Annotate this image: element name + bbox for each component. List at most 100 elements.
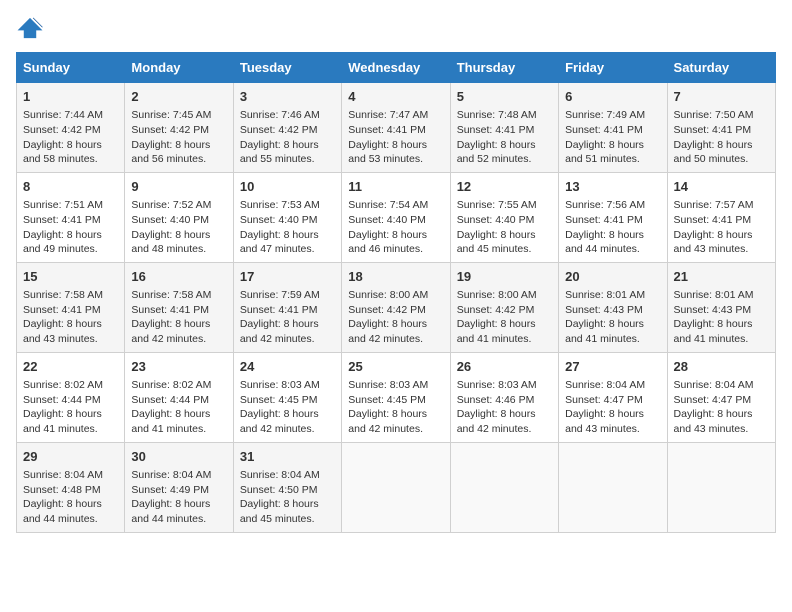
day-info: Sunrise: 7:47 AMSunset: 4:41 PMDaylight:…	[348, 108, 443, 167]
day-number: 8	[23, 178, 118, 196]
day-info: Sunrise: 7:46 AMSunset: 4:42 PMDaylight:…	[240, 108, 335, 167]
day-info: Sunrise: 7:54 AMSunset: 4:40 PMDaylight:…	[348, 198, 443, 257]
day-number: 13	[565, 178, 660, 196]
calendar-cell: 17 Sunrise: 7:59 AMSunset: 4:41 PMDayligh…	[233, 262, 341, 352]
day-info: Sunrise: 7:57 AMSunset: 4:41 PMDaylight:…	[674, 198, 769, 257]
day-header-friday: Friday	[559, 53, 667, 83]
day-header-wednesday: Wednesday	[342, 53, 450, 83]
calendar-cell: 20 Sunrise: 8:01 AMSunset: 4:43 PMDayligh…	[559, 262, 667, 352]
day-header-monday: Monday	[125, 53, 233, 83]
day-number: 2	[131, 88, 226, 106]
day-number: 22	[23, 358, 118, 376]
day-info: Sunrise: 8:02 AMSunset: 4:44 PMDaylight:…	[23, 378, 118, 437]
calendar-cell: 25 Sunrise: 8:03 AMSunset: 4:45 PMDayligh…	[342, 352, 450, 442]
day-number: 4	[348, 88, 443, 106]
calendar-week-row: 8 Sunrise: 7:51 AMSunset: 4:41 PMDaylight…	[17, 172, 776, 262]
calendar-cell: 14 Sunrise: 7:57 AMSunset: 4:41 PMDayligh…	[667, 172, 775, 262]
day-info: Sunrise: 8:02 AMSunset: 4:44 PMDaylight:…	[131, 378, 226, 437]
day-number: 12	[457, 178, 552, 196]
day-info: Sunrise: 8:04 AMSunset: 4:50 PMDaylight:…	[240, 468, 335, 527]
day-info: Sunrise: 7:48 AMSunset: 4:41 PMDaylight:…	[457, 108, 552, 167]
day-number: 30	[131, 448, 226, 466]
day-info: Sunrise: 7:56 AMSunset: 4:41 PMDaylight:…	[565, 198, 660, 257]
day-header-saturday: Saturday	[667, 53, 775, 83]
calendar-week-row: 1Sunrise: 7:44 AMSunset: 4:42 PMDaylight…	[17, 83, 776, 173]
day-info: Sunrise: 7:53 AMSunset: 4:40 PMDaylight:…	[240, 198, 335, 257]
day-number: 31	[240, 448, 335, 466]
day-number: 29	[23, 448, 118, 466]
day-number: 18	[348, 268, 443, 286]
day-number: 7	[674, 88, 769, 106]
calendar-cell: 7 Sunrise: 7:50 AMSunset: 4:41 PMDaylight…	[667, 83, 775, 173]
logo	[16, 16, 48, 40]
calendar-cell: 19 Sunrise: 8:00 AMSunset: 4:42 PMDayligh…	[450, 262, 558, 352]
calendar-cell: 26Sunrise: 8:03 AMSunset: 4:46 PMDayligh…	[450, 352, 558, 442]
day-info: Sunrise: 8:04 AMSunset: 4:47 PMDaylight:…	[565, 378, 660, 437]
day-header-thursday: Thursday	[450, 53, 558, 83]
day-number: 20	[565, 268, 660, 286]
day-info: Sunrise: 7:58 AMSunset: 4:41 PMDaylight:…	[131, 288, 226, 347]
calendar-week-row: 15 Sunrise: 7:58 AMSunset: 4:41 PMDayligh…	[17, 262, 776, 352]
calendar-cell: 29Sunrise: 8:04 AMSunset: 4:48 PMDayligh…	[17, 442, 125, 532]
calendar-cell: 6Sunrise: 7:49 AMSunset: 4:41 PMDaylight…	[559, 83, 667, 173]
day-number: 25	[348, 358, 443, 376]
day-number: 27	[565, 358, 660, 376]
calendar-cell	[667, 442, 775, 532]
calendar-cell: 11 Sunrise: 7:54 AMSunset: 4:40 PMDayligh…	[342, 172, 450, 262]
day-info: Sunrise: 8:00 AMSunset: 4:42 PMDaylight:…	[457, 288, 552, 347]
day-number: 9	[131, 178, 226, 196]
calendar-table: SundayMondayTuesdayWednesdayThursdayFrid…	[16, 52, 776, 533]
day-number: 26	[457, 358, 552, 376]
calendar-cell: 12 Sunrise: 7:55 AMSunset: 4:40 PMDayligh…	[450, 172, 558, 262]
logo-icon	[16, 16, 44, 40]
day-header-tuesday: Tuesday	[233, 53, 341, 83]
day-info: Sunrise: 7:59 AMSunset: 4:41 PMDaylight:…	[240, 288, 335, 347]
day-info: Sunrise: 8:04 AMSunset: 4:47 PMDaylight:…	[674, 378, 769, 437]
days-header-row: SundayMondayTuesdayWednesdayThursdayFrid…	[17, 53, 776, 83]
day-header-sunday: Sunday	[17, 53, 125, 83]
calendar-cell: 8 Sunrise: 7:51 AMSunset: 4:41 PMDaylight…	[17, 172, 125, 262]
day-info: Sunrise: 8:03 AMSunset: 4:45 PMDaylight:…	[240, 378, 335, 437]
calendar-cell: 30 Sunrise: 8:04 AMSunset: 4:49 PMDayligh…	[125, 442, 233, 532]
day-info: Sunrise: 7:52 AMSunset: 4:40 PMDaylight:…	[131, 198, 226, 257]
day-number: 14	[674, 178, 769, 196]
day-info: Sunrise: 8:03 AMSunset: 4:45 PMDaylight:…	[348, 378, 443, 437]
day-info: Sunrise: 7:49 AMSunset: 4:41 PMDaylight:…	[565, 108, 660, 167]
day-number: 3	[240, 88, 335, 106]
calendar-cell: 27 Sunrise: 8:04 AMSunset: 4:47 PMDayligh…	[559, 352, 667, 442]
day-number: 16	[131, 268, 226, 286]
day-number: 21	[674, 268, 769, 286]
day-info: Sunrise: 7:51 AMSunset: 4:41 PMDaylight:…	[23, 198, 118, 257]
day-number: 19	[457, 268, 552, 286]
calendar-cell: 22 Sunrise: 8:02 AMSunset: 4:44 PMDayligh…	[17, 352, 125, 442]
day-number: 24	[240, 358, 335, 376]
day-info: Sunrise: 7:45 AMSunset: 4:42 PMDaylight:…	[131, 108, 226, 167]
calendar-week-row: 22 Sunrise: 8:02 AMSunset: 4:44 PMDayligh…	[17, 352, 776, 442]
day-number: 23	[131, 358, 226, 376]
day-info: Sunrise: 8:01 AMSunset: 4:43 PMDaylight:…	[565, 288, 660, 347]
day-number: 28	[674, 358, 769, 376]
day-info: Sunrise: 8:04 AMSunset: 4:49 PMDaylight:…	[131, 468, 226, 527]
calendar-cell: 9 Sunrise: 7:52 AMSunset: 4:40 PMDaylight…	[125, 172, 233, 262]
day-number: 17	[240, 268, 335, 286]
day-number: 15	[23, 268, 118, 286]
calendar-cell: 21 Sunrise: 8:01 AMSunset: 4:43 PMDayligh…	[667, 262, 775, 352]
day-number: 5	[457, 88, 552, 106]
calendar-cell: 16 Sunrise: 7:58 AMSunset: 4:41 PMDayligh…	[125, 262, 233, 352]
calendar-cell: 28 Sunrise: 8:04 AMSunset: 4:47 PMDayligh…	[667, 352, 775, 442]
day-number: 10	[240, 178, 335, 196]
calendar-cell: 31 Sunrise: 8:04 AMSunset: 4:50 PMDayligh…	[233, 442, 341, 532]
calendar-cell: 24 Sunrise: 8:03 AMSunset: 4:45 PMDayligh…	[233, 352, 341, 442]
day-number: 11	[348, 178, 443, 196]
calendar-cell	[450, 442, 558, 532]
day-info: Sunrise: 7:55 AMSunset: 4:40 PMDaylight:…	[457, 198, 552, 257]
day-info: Sunrise: 7:50 AMSunset: 4:41 PMDaylight:…	[674, 108, 769, 167]
calendar-cell: 3 Sunrise: 7:46 AMSunset: 4:42 PMDaylight…	[233, 83, 341, 173]
calendar-cell	[559, 442, 667, 532]
calendar-cell: 23 Sunrise: 8:02 AMSunset: 4:44 PMDayligh…	[125, 352, 233, 442]
page-header	[16, 16, 776, 40]
day-info: Sunrise: 8:01 AMSunset: 4:43 PMDaylight:…	[674, 288, 769, 347]
calendar-cell: 10 Sunrise: 7:53 AMSunset: 4:40 PMDayligh…	[233, 172, 341, 262]
day-info: Sunrise: 7:44 AMSunset: 4:42 PMDaylight:…	[23, 108, 118, 167]
calendar-cell: 5 Sunrise: 7:48 AMSunset: 4:41 PMDaylight…	[450, 83, 558, 173]
